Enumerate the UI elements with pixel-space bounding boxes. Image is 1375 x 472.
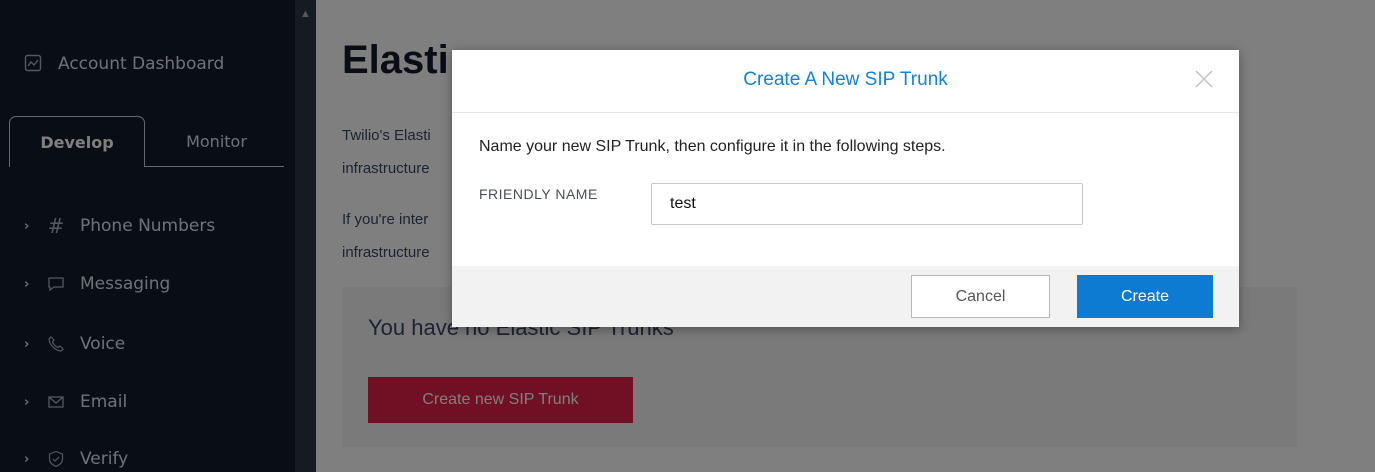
create-button[interactable]: Create bbox=[1077, 275, 1213, 318]
create-sip-trunk-modal: Create A New SIP Trunk Name your new SIP… bbox=[452, 50, 1239, 327]
friendly-name-input[interactable] bbox=[651, 183, 1083, 225]
modal-header: Create A New SIP Trunk bbox=[452, 50, 1239, 113]
friendly-name-label: FRIENDLY NAME bbox=[479, 186, 598, 202]
modal-title: Create A New SIP Trunk bbox=[743, 69, 948, 90]
close-icon[interactable] bbox=[1193, 68, 1215, 90]
modal-description: Name your new SIP Trunk, then configure … bbox=[479, 138, 946, 155]
modal-footer: Cancel Create bbox=[452, 266, 1239, 327]
cancel-button[interactable]: Cancel bbox=[911, 275, 1050, 318]
